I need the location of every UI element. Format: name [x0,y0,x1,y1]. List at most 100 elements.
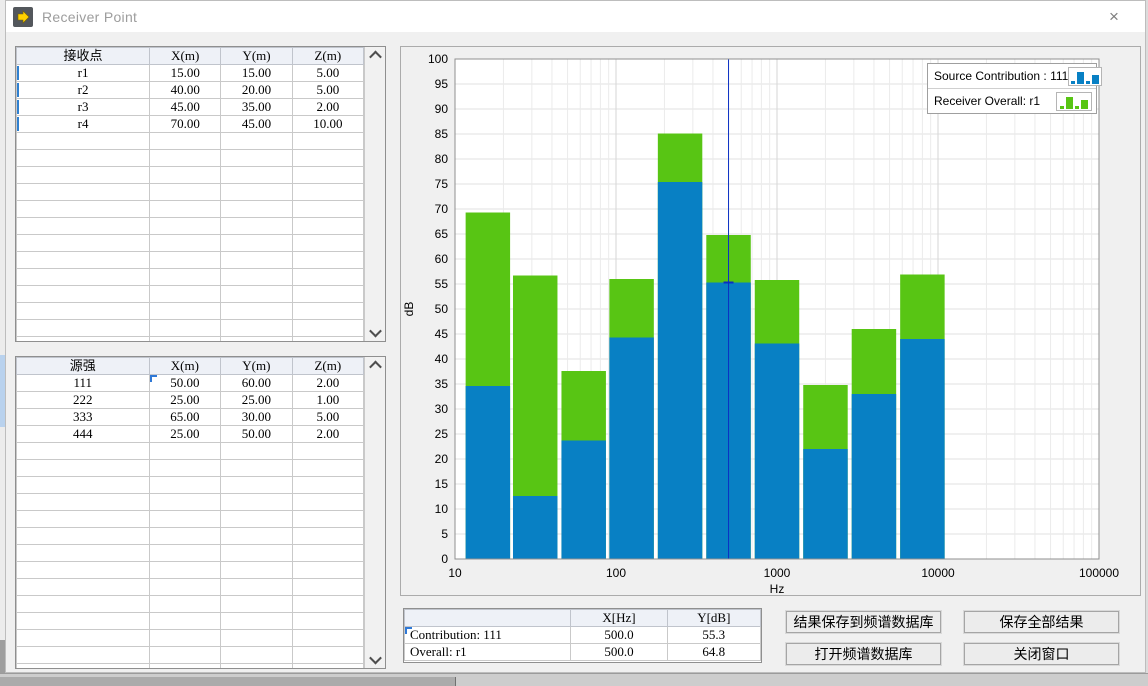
table-cell[interactable] [292,579,363,596]
table-cell[interactable]: 70.00 [150,116,221,133]
table-cell[interactable] [17,269,150,286]
table-cell[interactable] [150,337,221,342]
chart-legend[interactable]: Source Contribution : 111 Receiver Overa… [927,63,1097,114]
table-cell[interactable] [17,460,150,477]
table-cell[interactable] [292,511,363,528]
table-cell[interactable] [17,184,150,201]
table-cell[interactable] [292,596,363,613]
table-cell[interactable] [292,303,363,320]
table-cell[interactable] [17,545,150,562]
table-cell[interactable] [17,337,150,342]
table-cell[interactable] [292,218,363,235]
open-spectrum-db-button[interactable]: 打开频谱数据库 [786,643,941,665]
scroll-down-icon[interactable] [365,324,385,341]
table-cell[interactable] [221,477,293,494]
table-cell[interactable]: r2 [17,82,150,99]
table-cell[interactable] [221,252,292,269]
table-cell[interactable]: 50.00 [221,426,293,443]
table-cell[interactable] [149,460,221,477]
table-cell[interactable]: 2.00 [292,99,363,116]
table-cell[interactable] [221,664,293,669]
table-cell[interactable] [150,167,221,184]
table-cell[interactable] [17,511,150,528]
table-cell[interactable]: 10.00 [292,116,363,133]
table-cell[interactable] [150,286,221,303]
table-cell[interactable] [221,320,292,337]
table-cell[interactable] [17,235,150,252]
table-cell[interactable] [221,562,293,579]
table-cell[interactable]: 25.00 [149,426,221,443]
table-cell[interactable]: 25.00 [221,392,293,409]
table-cell[interactable]: 55.3 [667,627,760,644]
table-cell[interactable] [149,511,221,528]
table-cell[interactable]: 5.00 [292,65,363,82]
table-cell[interactable]: 60.00 [221,375,293,392]
table-cell[interactable]: 500.0 [571,627,667,644]
table-cell[interactable]: r4 [17,116,150,133]
table-cell[interactable] [221,218,292,235]
table-cell[interactable]: 20.00 [221,82,292,99]
table-cell[interactable]: 65.00 [149,409,221,426]
table-cell[interactable]: 15.00 [150,65,221,82]
table-cell[interactable] [292,269,363,286]
table-cell[interactable]: 1.00 [292,392,363,409]
table-cell[interactable]: r3 [17,99,150,116]
close-window-action-button[interactable]: 关闭窗口 [964,643,1119,665]
table-cell[interactable] [17,613,150,630]
table-cell[interactable] [221,150,292,167]
table-cell[interactable]: 333 [17,409,150,426]
table-cell[interactable]: 15.00 [221,65,292,82]
table-cell[interactable] [17,579,150,596]
receiver-table[interactable]: 接收点X(m)Y(m)Z(m)r115.0015.005.00r240.0020… [16,47,364,341]
table-cell[interactable] [292,460,363,477]
table-cell[interactable] [221,167,292,184]
table-cell[interactable] [221,494,293,511]
table-cell[interactable] [17,150,150,167]
table-cell[interactable] [292,201,363,218]
table-cell[interactable] [17,596,150,613]
table-cell[interactable] [292,252,363,269]
table-cell[interactable] [221,133,292,150]
source-table-scrollbar[interactable] [364,357,385,668]
table-cell[interactable] [292,320,363,337]
table-cell[interactable] [150,252,221,269]
frequency-spectrum-chart[interactable]: 0510152025303540455055606570758085909510… [401,47,1140,595]
table-cell[interactable] [221,647,293,664]
table-cell[interactable] [221,235,292,252]
table-cell[interactable] [221,630,293,647]
table-cell[interactable]: 40.00 [150,82,221,99]
table-cell[interactable] [292,133,363,150]
table-cell[interactable] [149,477,221,494]
table-cell[interactable] [292,235,363,252]
table-cell[interactable] [17,286,150,303]
table-cell[interactable] [221,443,293,460]
table-cell[interactable] [149,528,221,545]
table-cell[interactable] [150,320,221,337]
table-cell[interactable] [150,150,221,167]
table-cell[interactable] [292,562,363,579]
table-cell[interactable] [17,133,150,150]
scroll-down-icon[interactable] [365,651,385,668]
table-cell[interactable] [17,320,150,337]
table-cell[interactable] [17,664,150,669]
table-cell[interactable] [292,184,363,201]
table-cell[interactable] [292,477,363,494]
table-cell[interactable]: 35.00 [221,99,292,116]
table-cell[interactable]: 111 [17,375,150,392]
table-cell[interactable]: Contribution: 111 [405,627,571,644]
table-cell[interactable] [17,562,150,579]
table-cell[interactable] [221,579,293,596]
table-cell[interactable]: 50.00 [149,375,221,392]
scroll-up-icon[interactable] [365,47,385,64]
table-cell[interactable] [149,613,221,630]
table-cell[interactable] [150,133,221,150]
table-cell[interactable] [221,460,293,477]
table-cell[interactable]: Overall: r1 [405,644,571,661]
table-cell[interactable] [221,269,292,286]
table-cell[interactable] [221,596,293,613]
table-cell[interactable] [292,647,363,664]
table-cell[interactable] [17,477,150,494]
table-cell[interactable] [17,303,150,320]
table-cell[interactable] [150,201,221,218]
table-cell[interactable] [150,184,221,201]
